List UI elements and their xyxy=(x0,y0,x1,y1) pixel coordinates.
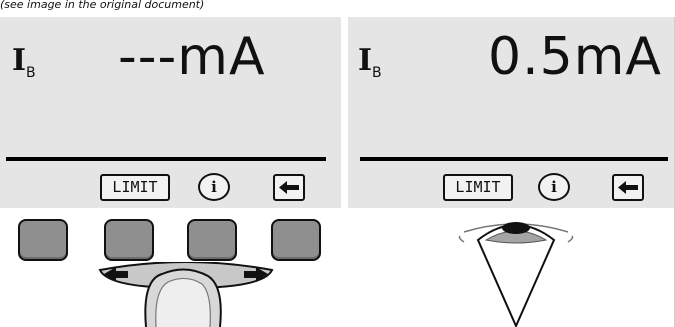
hardware-button-1[interactable] xyxy=(18,219,68,261)
right-display: IB 0.5mA LIMIT i xyxy=(348,17,675,208)
measurement-value: ---mA xyxy=(118,27,266,87)
limit-softkey[interactable]: LIMIT xyxy=(100,174,170,201)
symbol-letter: I xyxy=(358,43,373,78)
measurement-symbol: IB xyxy=(12,43,36,81)
display-divider xyxy=(6,157,326,161)
pointer-knob-icon[interactable] xyxy=(456,218,576,327)
symbol-subscript: B xyxy=(372,65,382,81)
measurement-symbol: IB xyxy=(358,43,382,81)
hardware-button-3[interactable] xyxy=(187,219,237,261)
measurement-value: 0.5mA xyxy=(488,27,662,87)
hardware-button-4[interactable] xyxy=(271,219,321,261)
page-caption: (see image in the original document) xyxy=(0,0,205,11)
back-softkey[interactable] xyxy=(612,174,644,201)
back-arrow-icon xyxy=(279,181,299,194)
symbol-subscript: B xyxy=(26,65,36,81)
left-display: IB ---mA LIMIT i xyxy=(0,17,341,208)
rotary-knob-icon[interactable] xyxy=(96,262,276,327)
back-arrow-icon xyxy=(618,181,638,194)
symbol-letter: I xyxy=(12,43,27,78)
info-icon[interactable]: i xyxy=(538,173,570,201)
info-icon[interactable]: i xyxy=(198,173,230,201)
hardware-button-2[interactable] xyxy=(104,219,154,261)
limit-softkey[interactable]: LIMIT xyxy=(443,174,513,201)
display-divider xyxy=(360,157,668,161)
back-softkey[interactable] xyxy=(273,174,305,201)
